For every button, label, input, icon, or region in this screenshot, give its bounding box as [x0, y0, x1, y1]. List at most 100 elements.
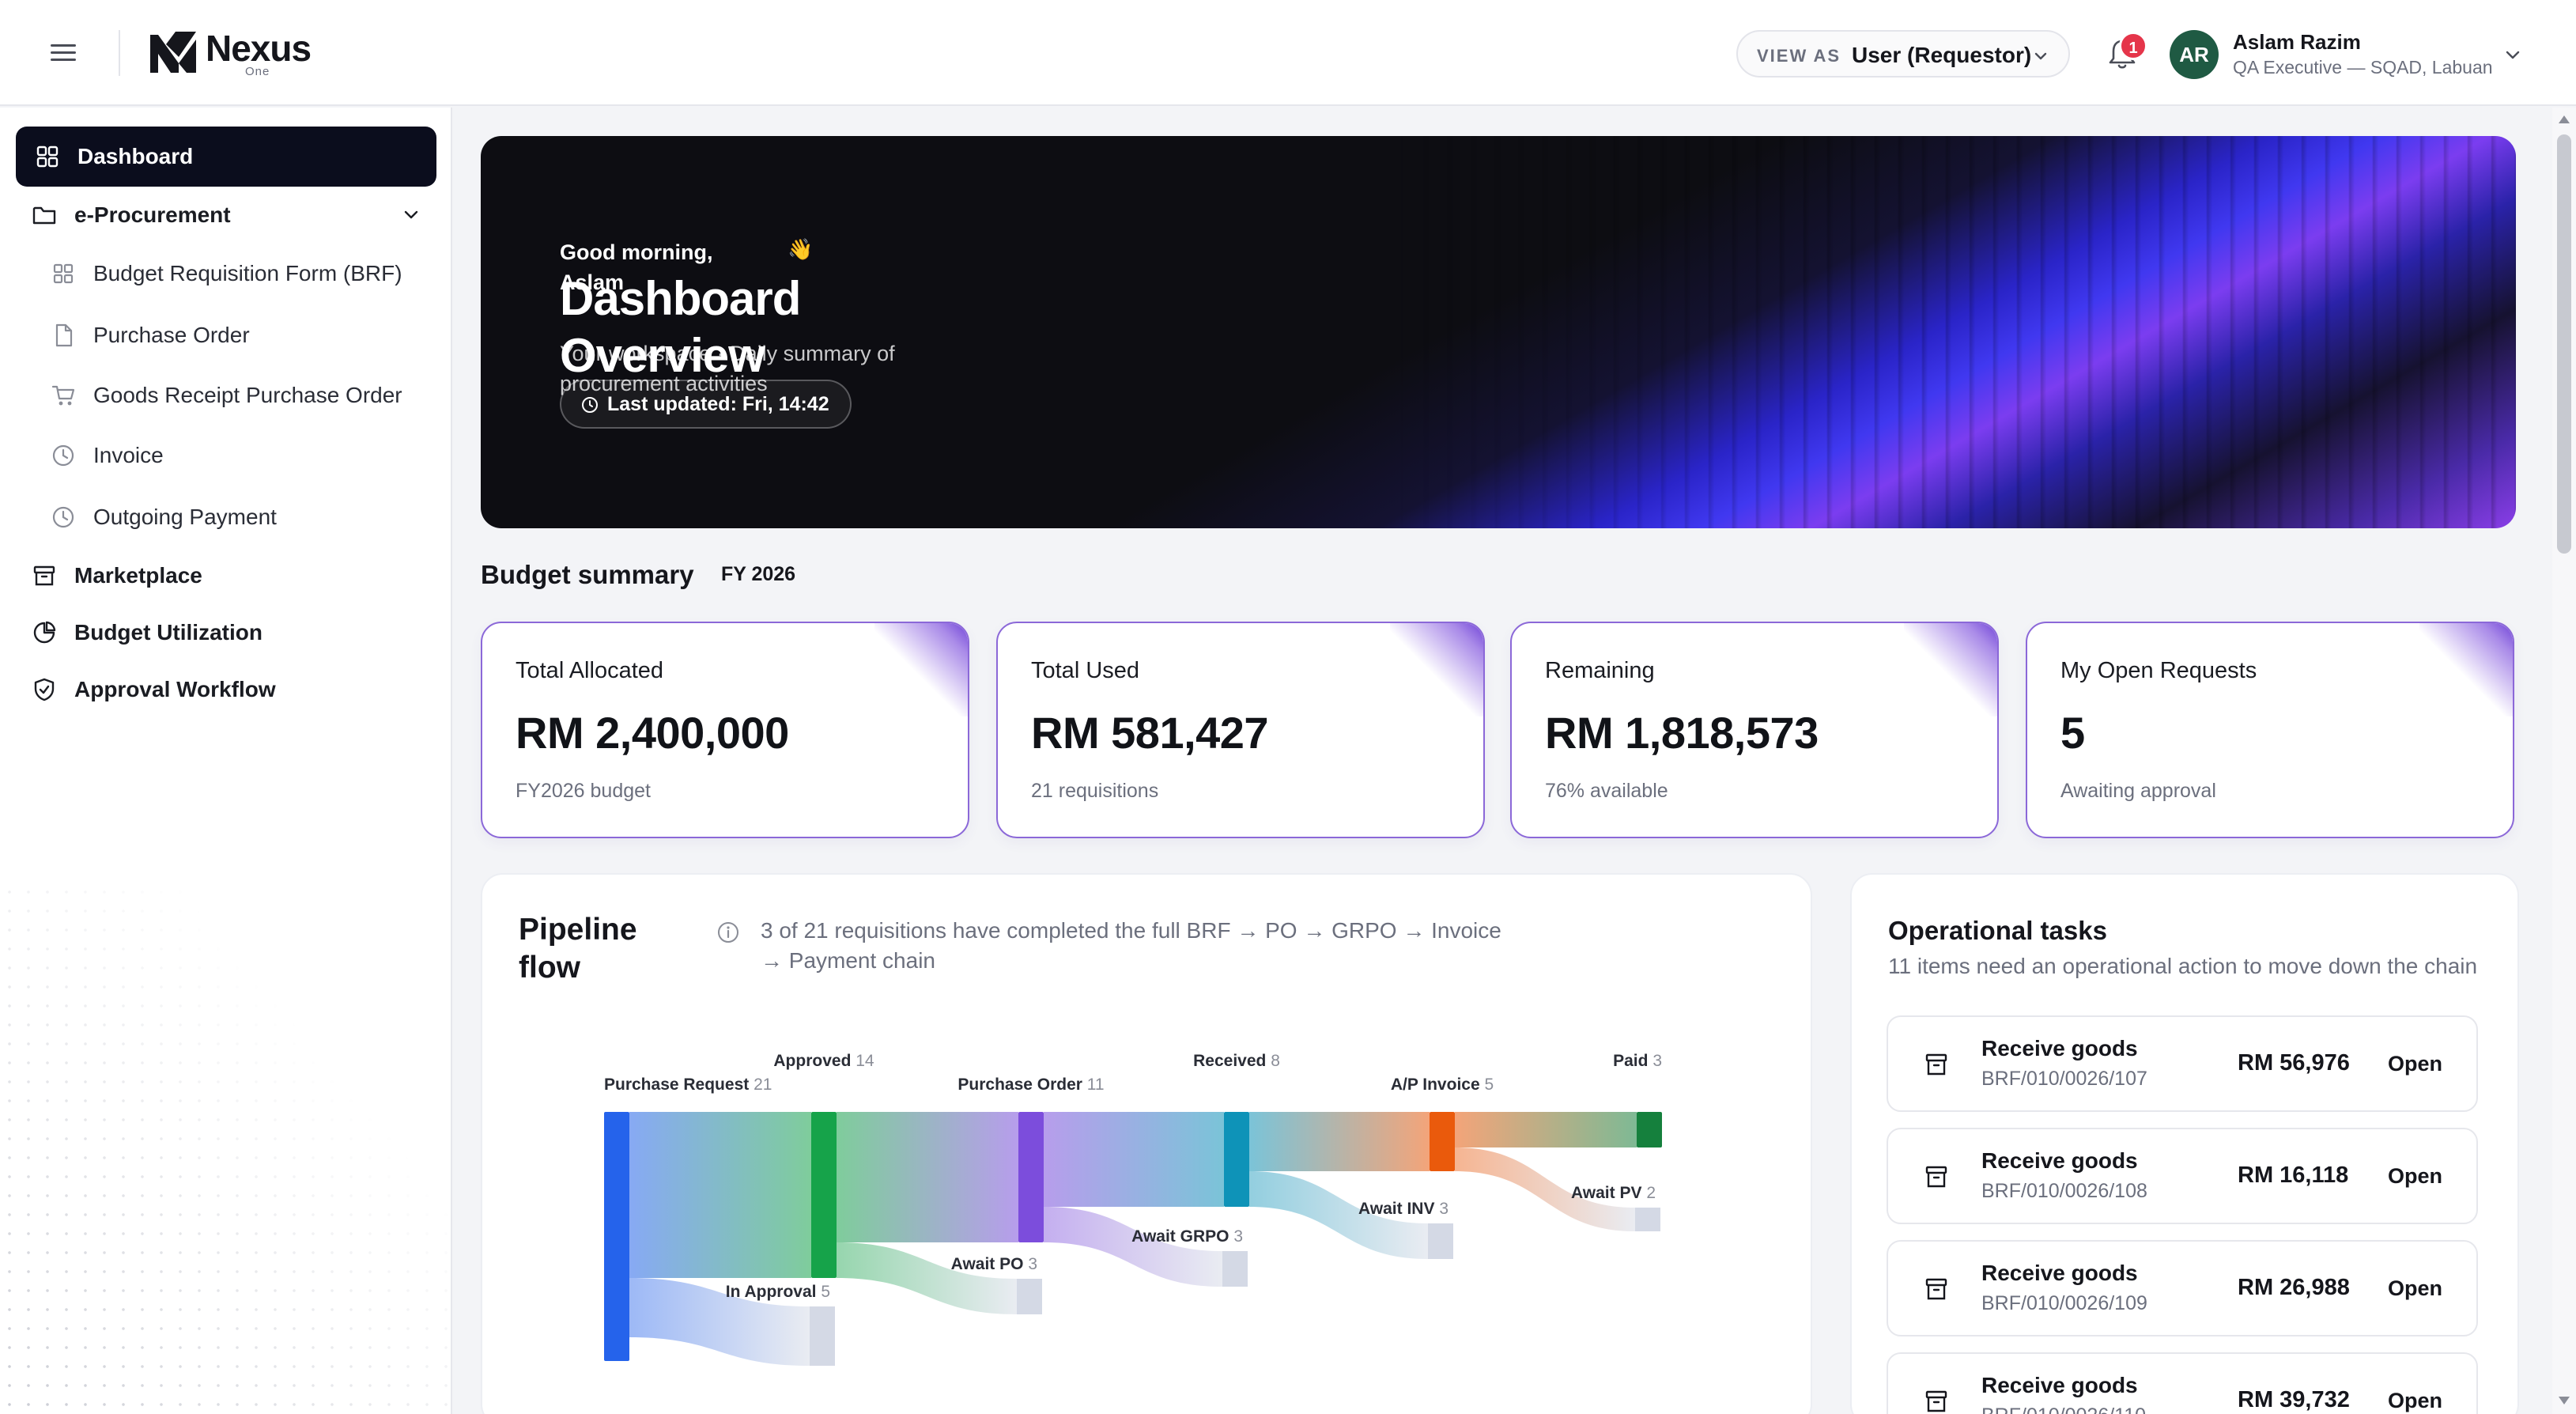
stat-subtext: 76% available [1545, 780, 1668, 802]
sankey-stage-bar-1 [811, 1112, 837, 1278]
sankey-wait-node-2 [1222, 1251, 1248, 1287]
task-item[interactable]: Receive goods BRF/010/0026/109 RM 26,988… [1887, 1240, 2478, 1336]
user-menu-chevron-icon[interactable] [2503, 46, 2522, 65]
task-open-button[interactable]: Open [2388, 1052, 2442, 1076]
sidebar-item-label: Goods Receipt Purchase Order [93, 383, 402, 407]
user-role: QA Executive — SQAD, Labuan [2233, 57, 2493, 78]
page-scrollbar[interactable] [2552, 108, 2576, 1414]
sankey-stage-bar-5 [1637, 1112, 1662, 1147]
operational-tasks-card: Operational tasks 11 items need an opera… [1850, 873, 2519, 1414]
info-icon[interactable] [716, 921, 740, 944]
task-reference: BRF/010/0026/108 [1981, 1180, 2147, 1202]
stat-card-total-used: Total Used RM 581,427 21 requisitions [996, 622, 1485, 838]
sankey-wait-flow-1 [837, 1242, 1017, 1314]
task-reference: BRF/010/0026/110 [1981, 1405, 2146, 1414]
chevron-down-icon [2034, 52, 2047, 60]
sidebar-item-invoice[interactable]: Invoice [51, 425, 436, 486]
task-open-button[interactable]: Open [2388, 1164, 2442, 1189]
task-item[interactable]: Receive goods BRF/010/0026/108 RM 16,118… [1887, 1128, 2478, 1224]
task-title: Receive goods [1981, 1148, 2138, 1173]
stat-subtext: 21 requisitions [1031, 780, 1159, 802]
sankey-stage-bar-3 [1224, 1112, 1249, 1207]
sidebar-item-label: Budget Utilization [74, 620, 263, 645]
chevron-down-icon [404, 210, 418, 219]
user-name[interactable]: Aslam Razim [2233, 30, 2361, 55]
fiscal-year-tag: FY 2026 [721, 563, 796, 585]
pipeline-title: Pipeline flow [519, 913, 637, 985]
sankey-stage-label-4: A/P Invoice 5 [1391, 1076, 1494, 1094]
box-icon [1925, 1053, 1947, 1076]
user-avatar[interactable]: AR [2170, 30, 2219, 79]
task-item[interactable]: Receive goods BRF/010/0026/107 RM 56,976… [1887, 1015, 2478, 1112]
view-as-value: User (Requestor) [1852, 43, 2032, 67]
shield-icon [34, 678, 55, 701]
scroll-up-arrow-icon[interactable] [2559, 115, 2570, 123]
task-open-button[interactable]: Open [2388, 1389, 2442, 1413]
box-icon [1925, 1278, 1947, 1300]
stat-label: My Open Requests [2060, 658, 2257, 683]
sidebar-item-outgoing-payment[interactable]: Outgoing Payment [51, 487, 436, 547]
stat-value: 5 [2060, 708, 2085, 758]
task-amount: RM 16,118 [2238, 1163, 2349, 1188]
sidebar-item-e-procurement[interactable]: e-Procurement [32, 185, 436, 245]
top-header: Nexus One VIEW AS User (Requestor) 1 AR … [0, 0, 2576, 106]
sankey-wait-node-1 [1017, 1279, 1042, 1314]
sidebar-item-goods-receipt[interactable]: Goods Receipt Purchase Order [51, 365, 436, 425]
task-item[interactable]: Receive goods BRF/010/0026/110 RM 39,732… [1887, 1352, 2478, 1414]
task-title: Receive goods [1981, 1373, 2138, 1397]
last-updated-pill: Last updated: Fri, 14:42 [560, 380, 852, 429]
operational-tasks-subtitle: 11 items need an operational action to m… [1888, 954, 2478, 978]
stat-value: RM 2,400,000 [516, 708, 789, 758]
notification-count-badge: 1 [2119, 32, 2147, 60]
brand-name: Nexus [206, 28, 312, 69]
sidebar-dot-pattern [0, 883, 451, 1414]
stat-subtext: Awaiting approval [2060, 780, 2216, 802]
sidebar-item-label: Purchase Order [93, 323, 250, 347]
card-corner-accent [2419, 623, 2513, 716]
sidebar-item-label: Marketplace [74, 563, 202, 588]
view-as-selector[interactable]: VIEW AS User (Requestor) [1736, 30, 2070, 78]
sankey-flow-4 [1455, 1112, 1637, 1147]
pipeline-flow-card: Pipeline flow 3 of 21 requisitions have … [481, 873, 1812, 1414]
scroll-down-arrow-icon[interactable] [2559, 1397, 2570, 1405]
page-title: Dashboard Overview [560, 272, 801, 382]
brand-subname: One [245, 65, 270, 78]
stat-label: Total Allocated [516, 658, 664, 683]
sidebar-item-purchase-order[interactable]: Purchase Order [51, 305, 436, 365]
pipeline-sankey-chart: In Approval 5 Await PO 3 Await GRPO 3 Await… [604, 1052, 1662, 1366]
sidebar-item-dashboard[interactable]: Dashboard [16, 127, 436, 187]
sankey-wait-label-1: Await PO 3 [951, 1255, 1037, 1273]
last-updated-text: Last updated: Fri, 14:42 [607, 393, 829, 415]
sankey-stage-bar-0 [604, 1112, 629, 1361]
scrollbar-thumb[interactable] [2557, 134, 2571, 554]
brand-logo[interactable]: Nexus One [147, 27, 321, 78]
sidebar-item-brf[interactable]: Budget Requisition Form (BRF) [51, 244, 436, 304]
sankey-stage-label-3: Received 8 [1193, 1052, 1280, 1070]
sidebar-item-label: Budget Requisition Form (BRF) [93, 261, 402, 285]
budget-summary-title: Budget summary [481, 560, 694, 589]
task-open-button[interactable]: Open [2388, 1276, 2442, 1301]
stat-subtext: FY2026 budget [516, 780, 651, 802]
sankey-stage-label-1: Approved 14 [773, 1052, 874, 1070]
nexus-logo-icon [150, 32, 196, 73]
sankey-stage-bar-4 [1430, 1112, 1455, 1171]
sankey-wait-label-3: Await INV 3 [1358, 1200, 1449, 1218]
sidebar-item-budget-utilization[interactable]: Budget Utilization [32, 603, 436, 663]
sankey-wait-label-0: In Approval 5 [726, 1283, 830, 1301]
hamburger-menu-icon[interactable] [47, 40, 79, 66]
clock-icon [52, 506, 74, 528]
sidebar-item-label: e-Procurement [74, 202, 231, 227]
header-divider [119, 30, 120, 76]
sankey-flow-0 [629, 1112, 811, 1278]
sidebar-item-approval-workflow[interactable]: Approval Workflow [32, 660, 436, 720]
box-icon [1925, 1390, 1947, 1412]
task-reference: BRF/010/0026/109 [1981, 1292, 2147, 1314]
sankey-flow-2 [1044, 1112, 1224, 1207]
sankey-wait-flow-2 [1044, 1207, 1222, 1287]
operational-tasks-title: Operational tasks [1888, 916, 2107, 945]
task-title: Receive goods [1981, 1036, 2138, 1060]
sidebar-item-marketplace[interactable]: Marketplace [32, 546, 436, 606]
task-amount: RM 56,976 [2238, 1050, 2350, 1076]
task-reference: BRF/010/0026/107 [1981, 1068, 2147, 1090]
box-icon [1925, 1166, 1947, 1188]
